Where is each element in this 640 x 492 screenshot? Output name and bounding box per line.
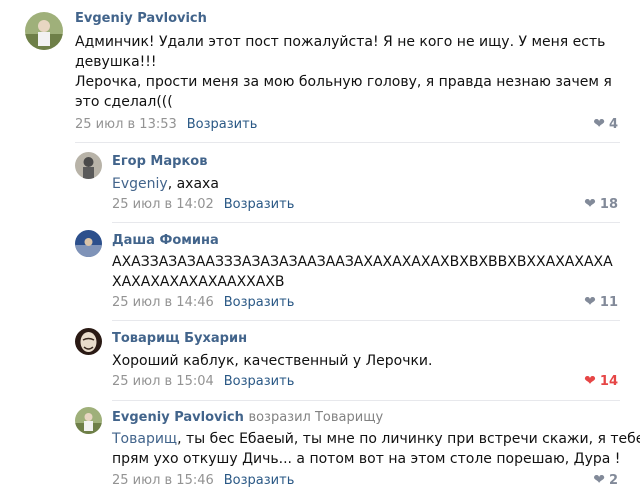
like-button[interactable]: ❤ 2 xyxy=(593,472,618,488)
comment-line: прям ухо откушу Дичь... а потом вот на э… xyxy=(112,451,621,467)
avatar[interactable] xyxy=(75,407,102,434)
comment-text: Товарищ, ты бес Ебаеый, ты мне по личинк… xyxy=(112,429,640,469)
heart-icon: ❤ xyxy=(593,472,605,488)
like-count: 2 xyxy=(608,473,618,488)
mention-link[interactable]: Товарищ xyxy=(112,431,177,447)
author-link[interactable]: Evgeniy Pavlovich xyxy=(112,410,244,425)
reply-to-label[interactable]: возразил Товарищу xyxy=(248,410,383,425)
comment-date[interactable]: 25 июл в 15:46 xyxy=(112,473,214,488)
comment-author: Evgeniy Pavlovich возразил Товарищу xyxy=(112,410,383,425)
comment-5: Evgeniy Pavlovich возразил Товарищу Това… xyxy=(0,0,640,492)
comment-line: , ты бес Ебаеый, ты мне по личинку при в… xyxy=(177,431,640,447)
reply-button[interactable]: Возразить xyxy=(224,473,295,488)
comment-meta: 25 июл в 15:46 Возразить xyxy=(112,473,294,488)
